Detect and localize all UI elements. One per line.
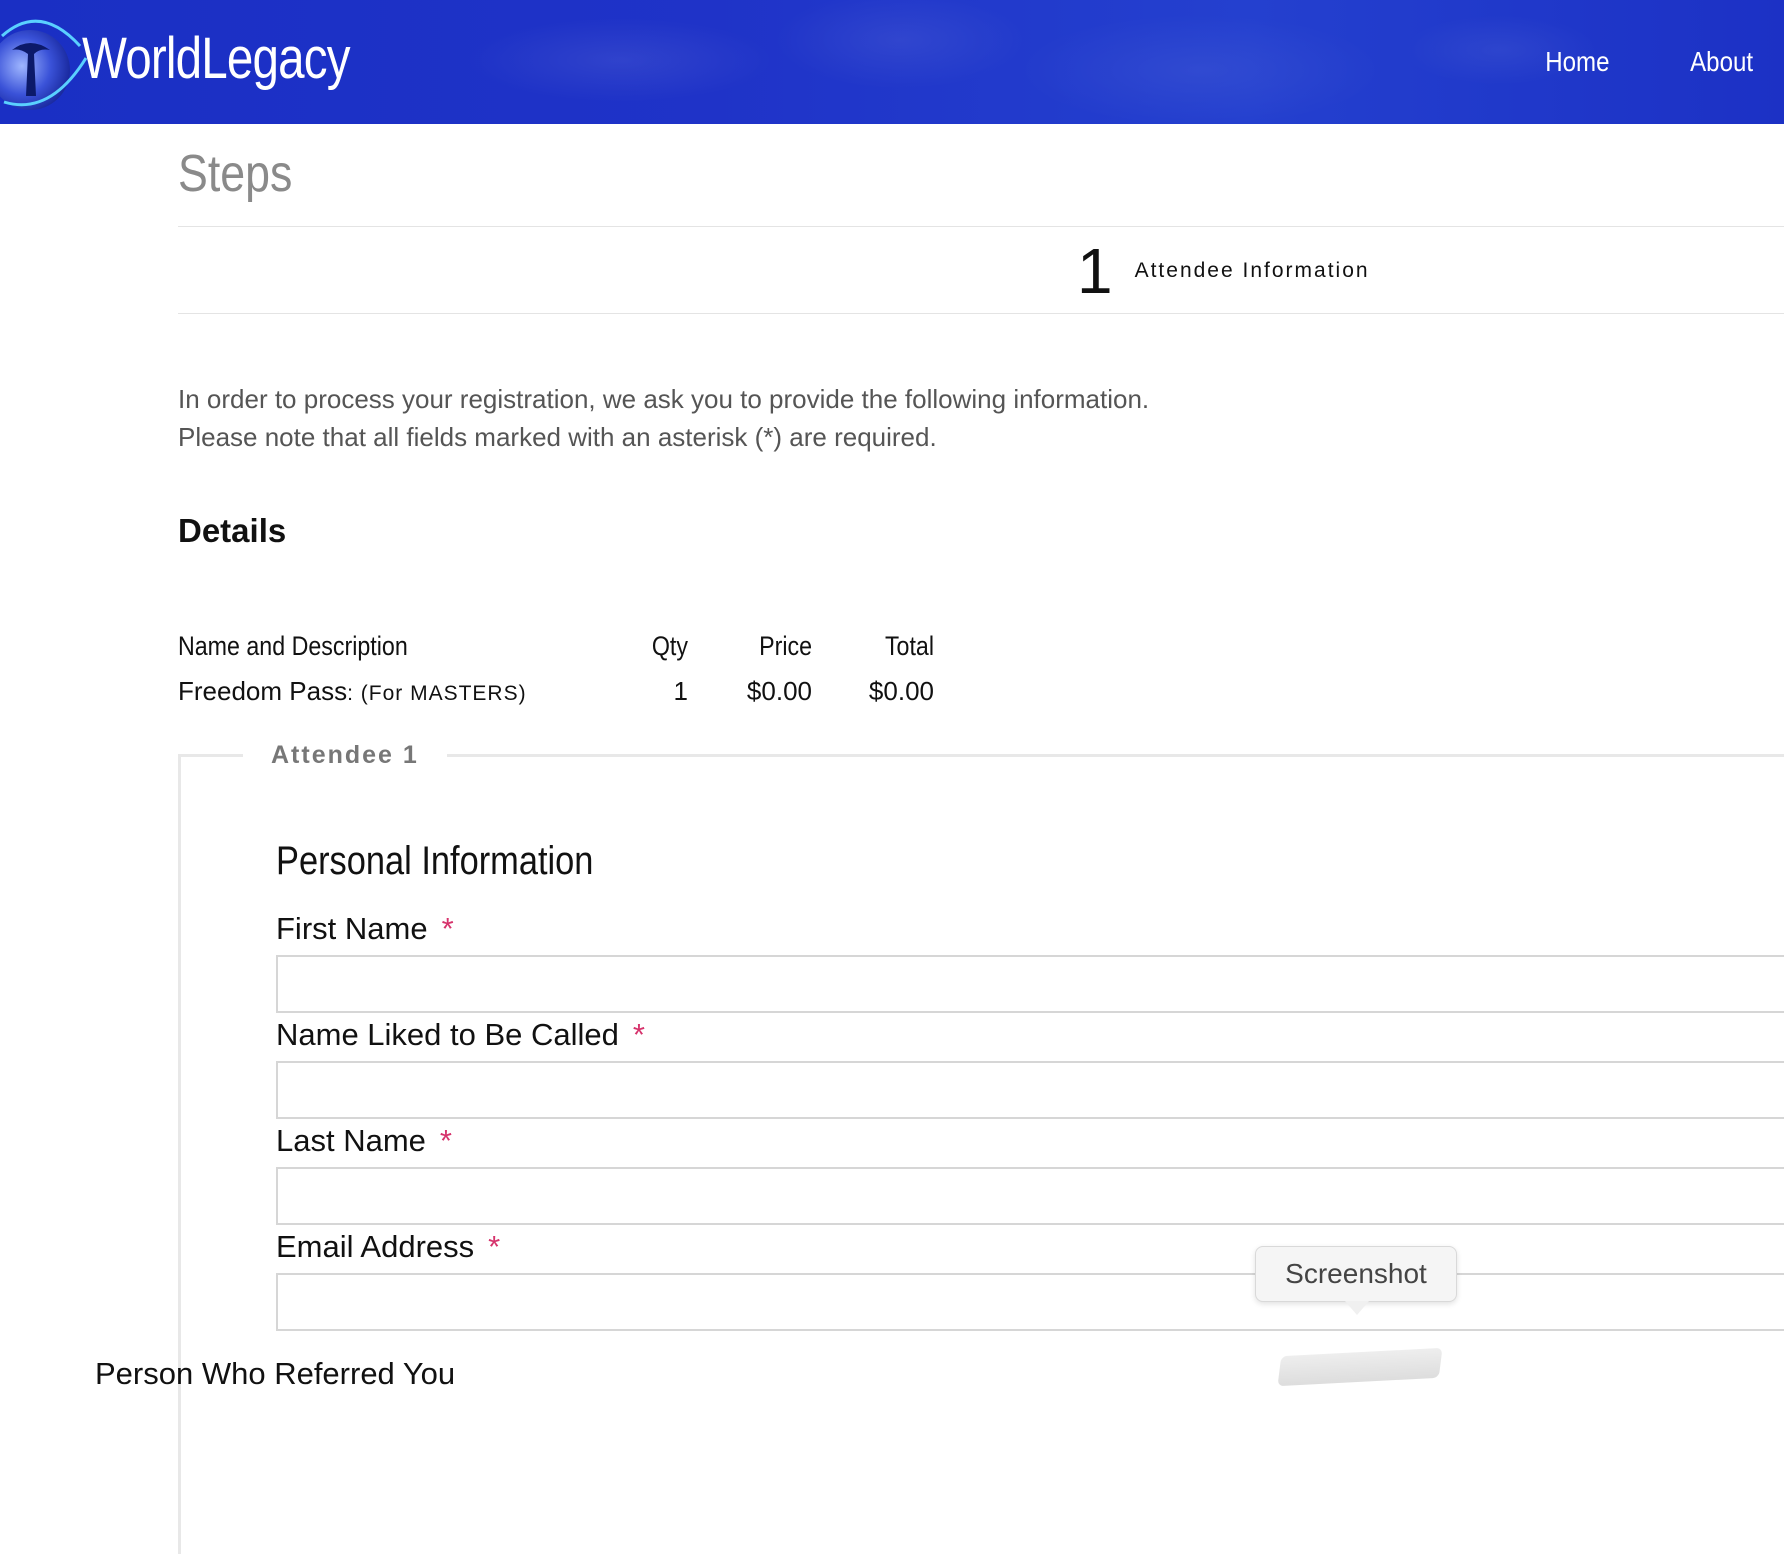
ticket-name-cell: Freedom Pass: (For MASTERS) [178, 670, 588, 712]
referrer-label: Person Who Referred You [95, 1356, 456, 1391]
step-number: 1 [1077, 235, 1113, 307]
steps-bar: 1 Attendee Information [178, 226, 1784, 314]
tooltip-arrow [1345, 1301, 1369, 1315]
preferred-name-input[interactable] [276, 1061, 1784, 1119]
ticket-total: $0.00 [868, 675, 934, 706]
step-current: 1 Attendee Information [1077, 233, 1370, 309]
intro-text: In order to process your registration, w… [178, 380, 1149, 456]
nav-home[interactable]: Home [1545, 46, 1609, 78]
col-header-qty: Qty [651, 630, 688, 661]
preferred-name-label: Name Liked to Be Called * [276, 1017, 645, 1052]
col-header-name: Name and Description [178, 630, 408, 661]
ticket-description: : (For MASTERS) [347, 681, 527, 705]
page-title: Steps [178, 145, 293, 203]
email-group: Email Address * [276, 1229, 1784, 1331]
table-row: Freedom Pass: (For MASTERS) 1 $0.00 $0.0… [178, 670, 934, 712]
email-label: Email Address * [276, 1229, 501, 1264]
main-nav: Home About [1540, 46, 1758, 78]
ticket-price: $0.00 [746, 675, 812, 706]
globe-tree-icon [0, 6, 90, 110]
intro-line-1: In order to process your registration, w… [178, 384, 1150, 414]
intro-line-2: Please note that all fields marked with … [178, 422, 937, 452]
personal-info-title: Personal Information [276, 839, 594, 883]
screenshot-tooltip: Screenshot [1255, 1246, 1457, 1302]
logo-text: WorldLegacy [82, 25, 350, 91]
first-name-input[interactable] [276, 955, 1784, 1013]
first-name-label: First Name * [276, 911, 454, 946]
ticket-table: Name and Description Qty Price Total Fre… [178, 622, 934, 712]
required-asterisk: * [632, 1017, 645, 1052]
main-content: Steps 1 Attendee Information In order to… [178, 124, 1784, 1554]
last-name-group: Last Name * [276, 1123, 1784, 1225]
required-asterisk: * [488, 1229, 501, 1264]
col-header-total: Total [884, 630, 934, 661]
last-name-label: Last Name * [276, 1123, 452, 1158]
details-heading: Details [178, 512, 287, 549]
step-label: Attendee Information [1134, 259, 1370, 282]
attendee-fieldset: Attendee 1 Personal Information First Na… [178, 741, 1784, 1554]
required-asterisk: * [441, 911, 454, 946]
nav-about[interactable]: About [1690, 46, 1753, 78]
ticket-name: Freedom Pass [178, 675, 348, 706]
attendee-legend: Attendee 1 [243, 741, 447, 770]
email-input[interactable] [276, 1273, 1784, 1331]
site-header: WorldLegacy Home About [0, 0, 1784, 124]
first-name-group: First Name * [276, 911, 1784, 1013]
col-header-price: Price [759, 630, 812, 661]
preferred-name-group: Name Liked to Be Called * [276, 1017, 1784, 1119]
required-asterisk: * [439, 1123, 452, 1158]
table-header-row: Name and Description Qty Price Total [178, 622, 934, 670]
last-name-input[interactable] [276, 1167, 1784, 1225]
logo[interactable]: WorldLegacy [0, 6, 408, 110]
ticket-qty: 1 [673, 675, 688, 706]
